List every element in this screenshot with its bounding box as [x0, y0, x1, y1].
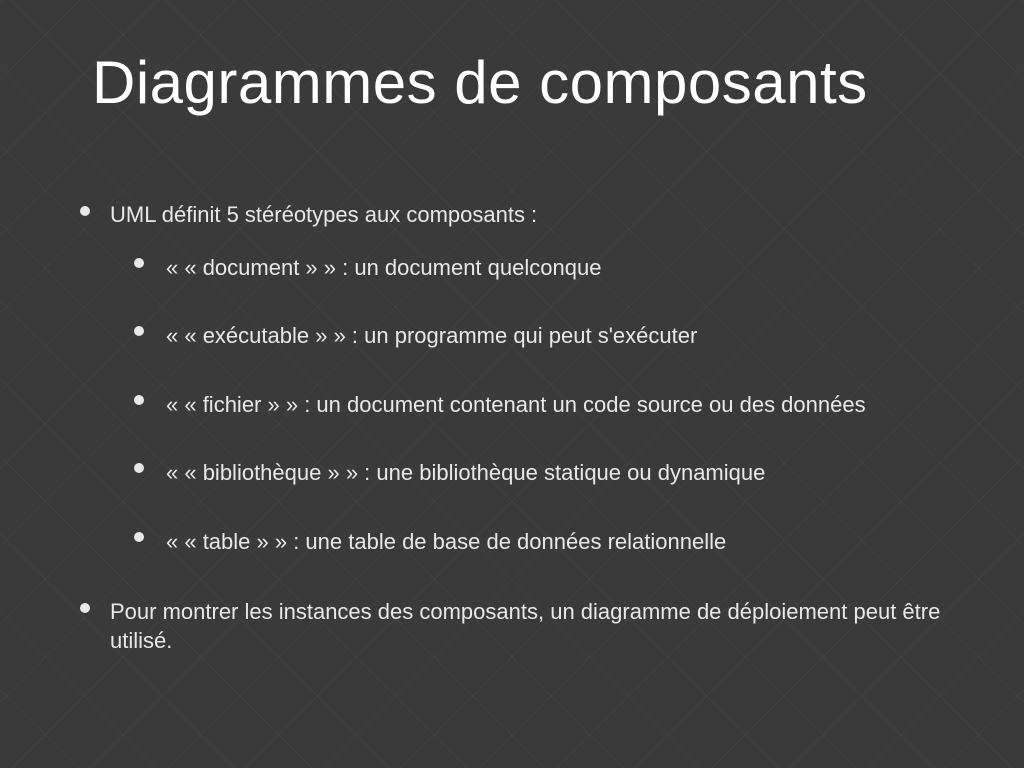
sub-bullet-item: « « document » » : un document quelconqu… — [126, 254, 994, 283]
slide: Diagrammes de composants UML définit 5 s… — [0, 0, 1024, 768]
bullet-list: UML définit 5 stéréotypes aux composants… — [70, 200, 994, 656]
bullet-item: UML définit 5 stéréotypes aux composants… — [70, 200, 994, 557]
sub-bullet-item: « « exécutable » » : un programme qui pe… — [126, 322, 994, 351]
slide-title: Diagrammes de composants — [92, 48, 984, 117]
sub-bullet-text: « « document » » : un document quelconqu… — [166, 255, 601, 280]
sub-bullet-list: « « document » » : un document quelconqu… — [110, 254, 994, 557]
slide-body: UML définit 5 stéréotypes aux composants… — [70, 200, 994, 674]
bullet-text: UML définit 5 stéréotypes aux composants… — [110, 202, 537, 227]
sub-bullet-text: « « bibliothèque » » : une bibliothèque … — [166, 460, 765, 485]
bullet-text: Pour montrer les instances des composant… — [110, 599, 940, 654]
bullet-item: Pour montrer les instances des composant… — [70, 597, 994, 656]
sub-bullet-text: « « fichier » » : un document contenant … — [166, 392, 866, 417]
sub-bullet-text: « « exécutable » » : un programme qui pe… — [166, 323, 697, 348]
sub-bullet-item: « « table » » : une table de base de don… — [126, 528, 994, 557]
sub-bullet-text: « « table » » : une table de base de don… — [166, 529, 726, 554]
sub-bullet-item: « « fichier » » : un document contenant … — [126, 391, 994, 420]
sub-bullet-item: « « bibliothèque » » : une bibliothèque … — [126, 459, 994, 488]
